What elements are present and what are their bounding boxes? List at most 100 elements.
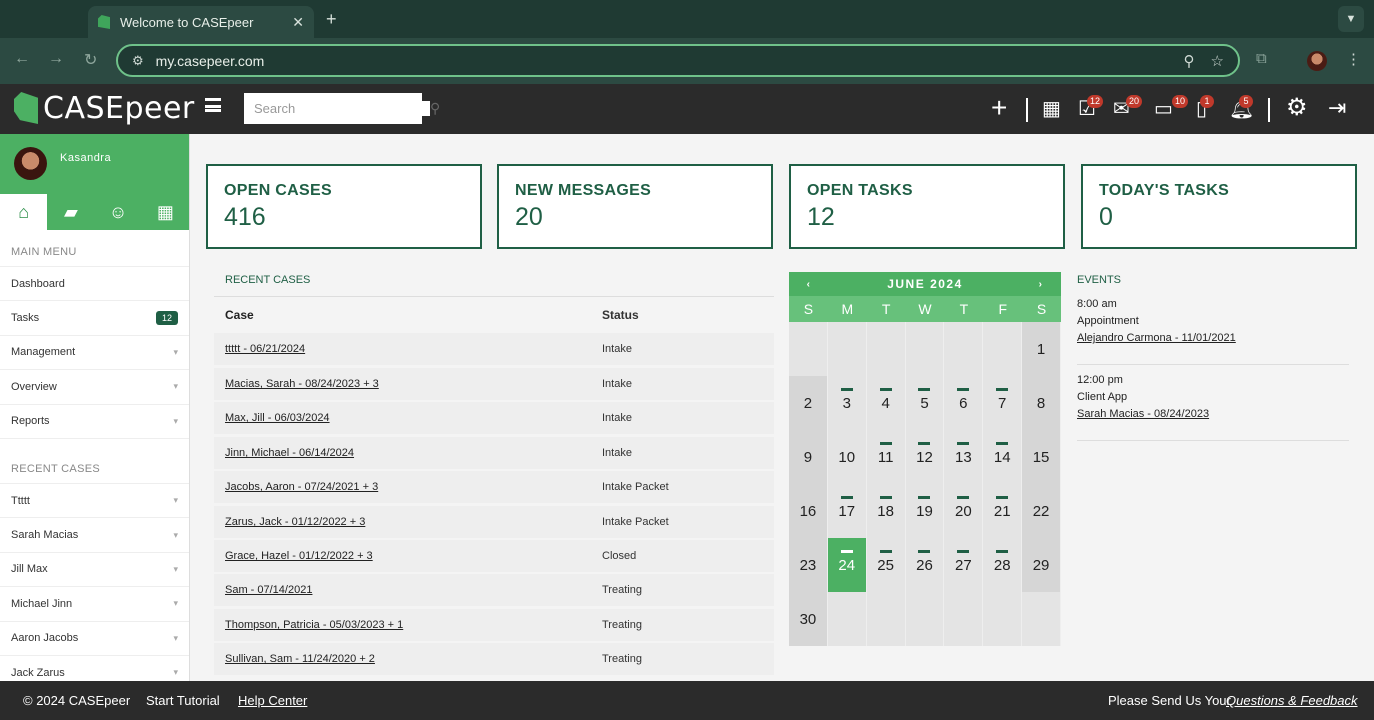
calendar-day[interactable]: 28 bbox=[983, 538, 1023, 592]
calendar-prev-icon[interactable]: ‹ bbox=[789, 279, 829, 290]
todays-tasks-card[interactable]: TODAY'S TASKS 0 bbox=[1081, 164, 1357, 249]
case-link[interactable]: Sullivan, Sam - 11/24/2020 + 2 bbox=[214, 653, 602, 665]
sidebar-recent-case[interactable]: Ttttt ▾ bbox=[0, 484, 189, 519]
sidebar-item-overview[interactable]: Overview ▾ bbox=[0, 370, 189, 405]
calendar-day[interactable]: 4 bbox=[867, 376, 906, 430]
site-info-icon[interactable]: ⚙ bbox=[132, 53, 144, 69]
calendar-day[interactable]: 1 bbox=[1022, 322, 1061, 376]
calendar-next-icon[interactable]: › bbox=[1021, 279, 1061, 290]
case-link[interactable]: Sam - 07/14/2021 bbox=[214, 584, 602, 596]
browser-profile-avatar[interactable] bbox=[1307, 51, 1327, 71]
sidebar-recent-case[interactable]: Michael Jinn ▾ bbox=[0, 587, 189, 622]
calendar-day[interactable]: 11 bbox=[867, 430, 906, 484]
chevron-down-icon: ▾ bbox=[173, 563, 178, 574]
inbox-tray-icon[interactable]: ▭ bbox=[1154, 98, 1173, 120]
new-tab-icon[interactable]: + bbox=[326, 9, 337, 30]
calendar-day[interactable]: 29 bbox=[1022, 538, 1061, 592]
search-icon[interactable]: ⚲ bbox=[430, 100, 440, 117]
card-title: OPEN CASES bbox=[224, 182, 332, 199]
calendar-day[interactable]: 7 bbox=[983, 376, 1023, 430]
folder-icon[interactable]: ▰ bbox=[47, 194, 94, 230]
add-plus-icon[interactable]: + bbox=[991, 94, 1007, 122]
weekday-label: F bbox=[998, 301, 1007, 317]
new-messages-card[interactable]: NEW MESSAGES 20 bbox=[497, 164, 773, 249]
case-link[interactable]: Zarus, Jack - 01/12/2022 + 3 bbox=[214, 516, 602, 528]
users-icon[interactable]: ☺ bbox=[95, 194, 142, 230]
sidebar-item-tasks[interactable]: Tasks 12 bbox=[0, 301, 189, 336]
calendar-day[interactable]: 17 bbox=[828, 484, 867, 538]
calendar-day[interactable]: 26 bbox=[906, 538, 945, 592]
calendar-day[interactable]: 25 bbox=[867, 538, 906, 592]
event-case-link[interactable]: Alejandro Carmona - 11/01/2021 bbox=[1077, 332, 1349, 344]
calendar-day[interactable]: 15 bbox=[1022, 430, 1061, 484]
tab-search-chevron-icon[interactable]: ▼ bbox=[1338, 6, 1364, 32]
case-link[interactable]: Thompson, Patricia - 05/03/2023 + 1 bbox=[214, 619, 602, 631]
case-status: Intake Packet bbox=[602, 516, 669, 528]
calendar-day[interactable]: 18 bbox=[867, 484, 906, 538]
calendar-day[interactable]: 2 bbox=[789, 376, 828, 430]
case-link[interactable]: Jacobs, Aaron - 07/24/2021 + 3 bbox=[214, 481, 602, 493]
calendar-icon[interactable]: ▦ bbox=[142, 194, 189, 230]
open-tasks-card[interactable]: OPEN TASKS 12 bbox=[789, 164, 1065, 249]
calendar-day[interactable]: 19 bbox=[906, 484, 945, 538]
calendar-icon[interactable]: ▦ bbox=[1042, 98, 1061, 120]
tab-close-icon[interactable]: ✕ bbox=[292, 14, 304, 31]
browser-tab[interactable]: Welcome to CASEpeer ✕ bbox=[88, 6, 314, 38]
sidebar-item-reports[interactable]: Reports ▾ bbox=[0, 405, 189, 439]
feedback-link[interactable]: Questions & Feedback bbox=[1226, 693, 1358, 708]
browser-menu-icon[interactable]: ⋮ bbox=[1346, 50, 1361, 68]
avatar[interactable] bbox=[14, 147, 47, 180]
help-center-link[interactable]: Help Center bbox=[238, 693, 307, 708]
calendar-day[interactable]: 3 bbox=[828, 376, 867, 430]
calendar-day[interactable]: 20 bbox=[944, 484, 984, 538]
case-link[interactable]: Max, Jill - 06/03/2024 bbox=[214, 412, 602, 424]
app-logo[interactable]: CASEpeer bbox=[43, 91, 195, 126]
day-number: 17 bbox=[838, 502, 856, 520]
case-link[interactable]: Jinn, Michael - 06/14/2024 bbox=[214, 447, 602, 459]
home-icon[interactable]: ⌂ bbox=[0, 194, 48, 230]
day-number: 21 bbox=[993, 502, 1011, 520]
calendar-day[interactable]: 12 bbox=[906, 430, 945, 484]
forward-arrow-icon[interactable]: → bbox=[48, 50, 64, 68]
calendar-day[interactable]: 13 bbox=[944, 430, 984, 484]
address-url[interactable]: my.casepeer.com bbox=[156, 53, 1168, 69]
calendar-day[interactable]: 24 bbox=[827, 538, 867, 592]
calendar-day[interactable]: 5 bbox=[906, 376, 945, 430]
sidebar-recent-case[interactable]: Jack Zarus ▾ bbox=[0, 656, 189, 681]
event-case-link[interactable]: Sarah Macias - 08/24/2023 bbox=[1077, 408, 1349, 420]
hamburger-menu-icon[interactable] bbox=[205, 98, 221, 112]
calendar-day[interactable]: 14 bbox=[983, 430, 1023, 484]
calendar-day[interactable]: 23 bbox=[789, 538, 828, 592]
reload-icon[interactable]: ↻ bbox=[84, 50, 97, 70]
search-input[interactable] bbox=[254, 101, 430, 116]
calendar-day[interactable]: 30 bbox=[789, 592, 828, 646]
calendar-day[interactable]: 6 bbox=[944, 376, 984, 430]
settings-gear-icon[interactable]: ⚙ bbox=[1286, 96, 1308, 120]
case-link[interactable]: Macias, Sarah - 08/24/2023 + 3 bbox=[214, 378, 602, 390]
bookmark-star-icon[interactable]: ☆ bbox=[1211, 52, 1224, 70]
sidebar-item-dashboard[interactable]: Dashboard bbox=[0, 267, 189, 302]
sidebar-recent-case[interactable]: Sarah Macias ▾ bbox=[0, 518, 189, 553]
sidebar-item-management[interactable]: Management ▾ bbox=[0, 336, 189, 371]
zoom-icon[interactable]: ⚲ bbox=[1184, 52, 1195, 70]
logout-icon[interactable]: ⇥ bbox=[1328, 97, 1346, 119]
event-time: 8:00 am bbox=[1077, 298, 1117, 310]
start-tutorial-link[interactable]: Start Tutorial bbox=[146, 693, 220, 708]
calendar-day[interactable]: 9 bbox=[789, 430, 828, 484]
calendar-day[interactable]: 22 bbox=[1022, 484, 1061, 538]
extensions-icon[interactable]: ⧉ bbox=[1256, 50, 1267, 67]
case-link[interactable]: ttttt - 06/21/2024 bbox=[214, 343, 602, 355]
sidebar-recent-case[interactable]: Aaron Jacobs ▾ bbox=[0, 622, 189, 656]
sidebar-recent-case[interactable]: Jill Max ▾ bbox=[0, 553, 189, 588]
calendar-day[interactable]: 8 bbox=[1022, 376, 1061, 430]
user-name[interactable]: Kasandra bbox=[60, 152, 111, 164]
calendar-day[interactable]: 27 bbox=[944, 538, 984, 592]
address-bar[interactable]: ⚙ my.casepeer.com ⚲ ☆ bbox=[116, 44, 1240, 77]
back-arrow-icon[interactable]: ← bbox=[14, 50, 30, 68]
calendar-day[interactable]: 16 bbox=[789, 484, 828, 538]
open-cases-card[interactable]: OPEN CASES 416 bbox=[206, 164, 482, 249]
recent-cases-sidebar-title: RECENT CASES bbox=[0, 439, 189, 484]
calendar-day[interactable]: 10 bbox=[828, 430, 867, 484]
calendar-day[interactable]: 21 bbox=[983, 484, 1023, 538]
case-link[interactable]: Grace, Hazel - 01/12/2022 + 3 bbox=[214, 550, 602, 562]
